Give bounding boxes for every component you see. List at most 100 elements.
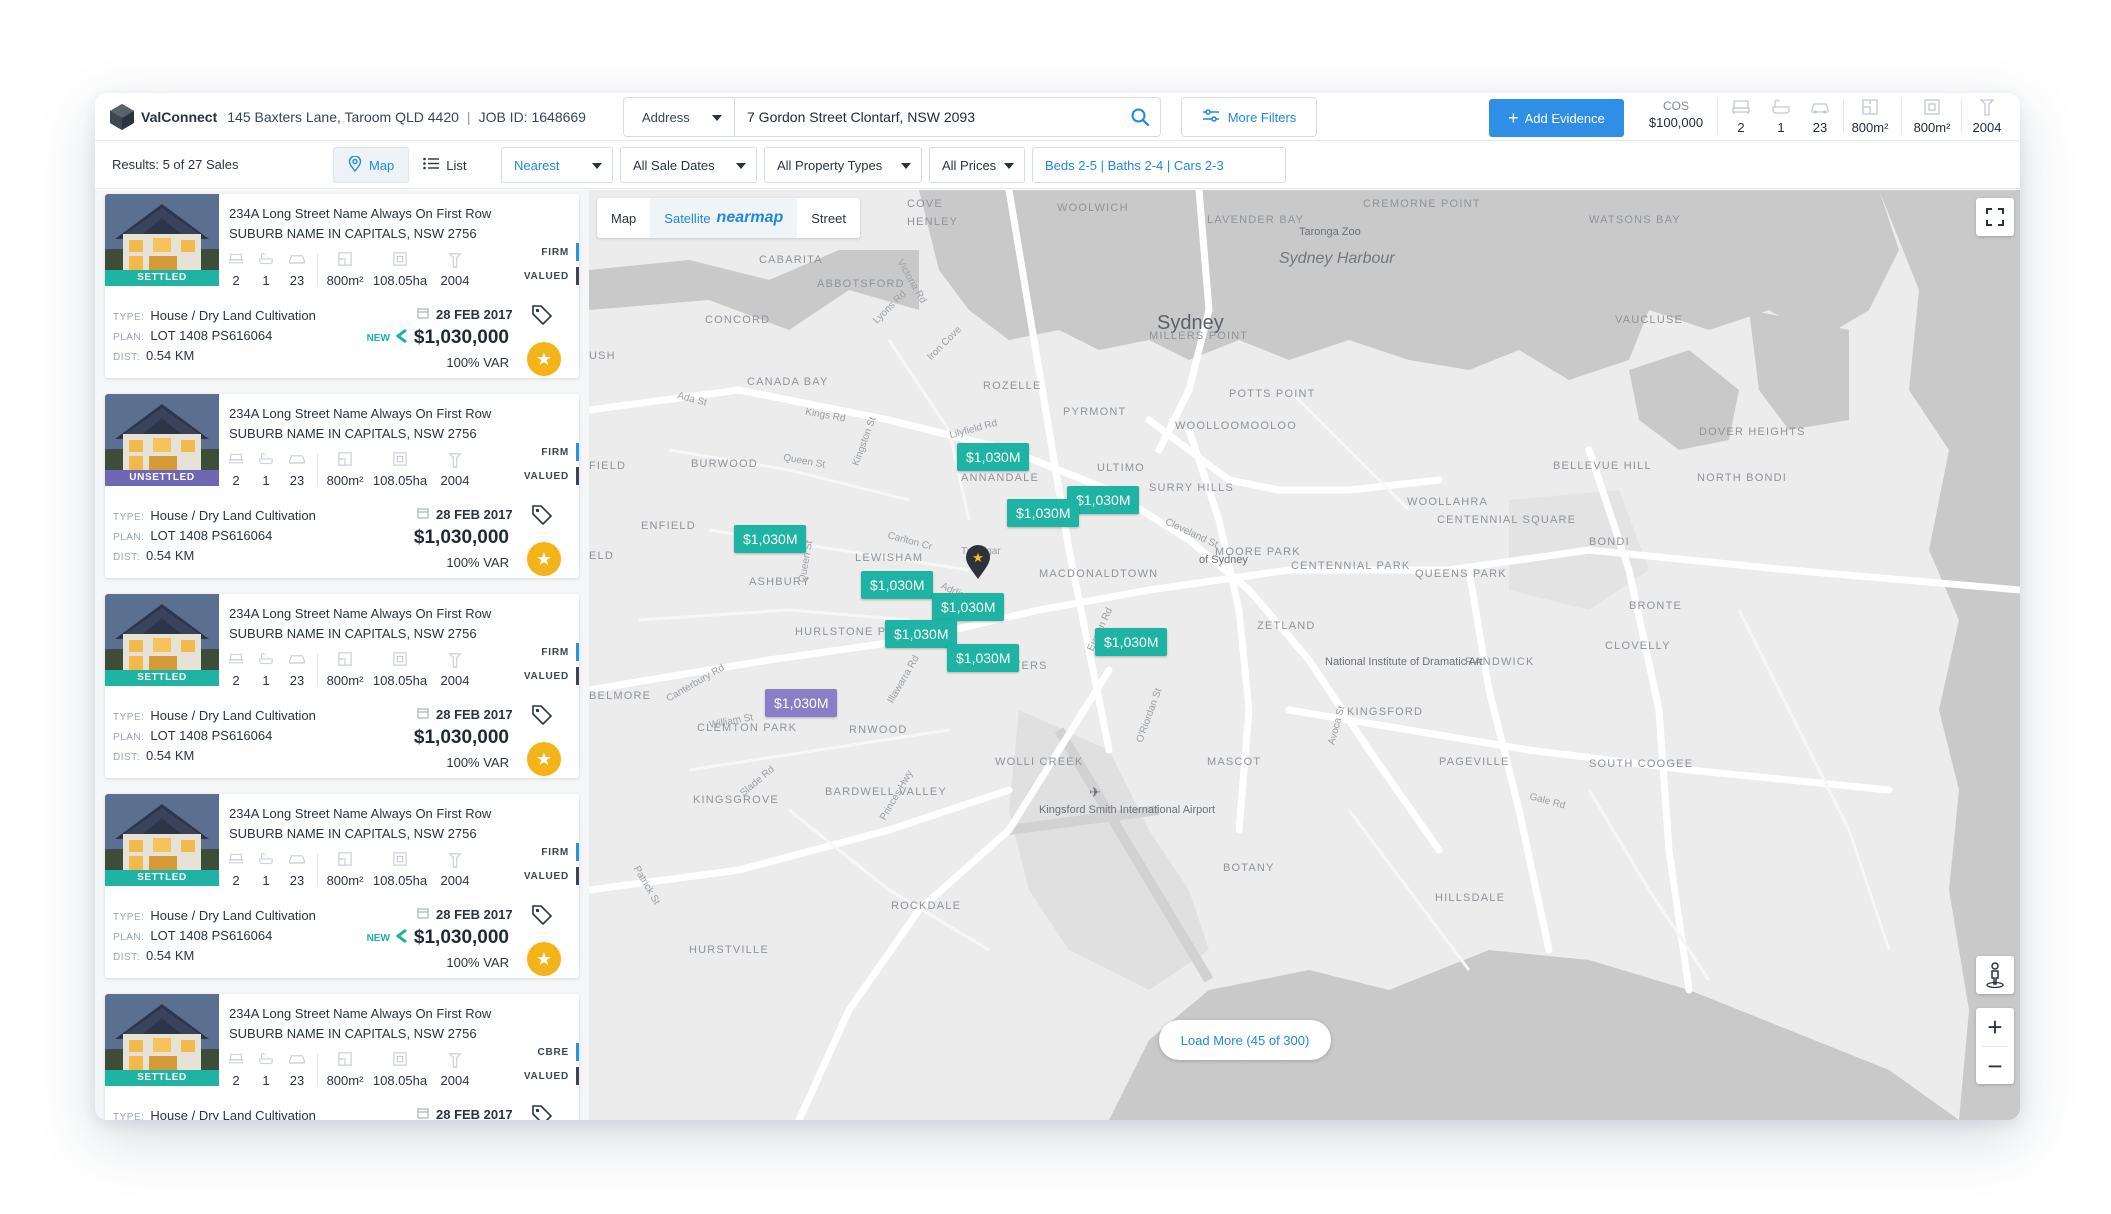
search-icon[interactable]: [1130, 107, 1150, 130]
tag-icon[interactable]: [531, 704, 553, 731]
plan-key: PLAN:: [113, 932, 145, 943]
map-label: WATSONS BAY: [1589, 214, 1681, 226]
map-label: HENLEY: [907, 216, 959, 228]
year-built-icon: [1967, 97, 2007, 117]
fullscreen-button[interactable]: [1976, 198, 2014, 236]
map-label: HILLSDALE: [1435, 892, 1506, 904]
variance: 100% VAR: [446, 555, 509, 570]
sales-list[interactable]: SETTLED 234A Long Street Name Always On F…: [95, 190, 589, 1120]
more-filters-button[interactable]: More Filters: [1181, 97, 1317, 137]
map-label: USH: [589, 350, 616, 362]
new-badge: NEW: [366, 332, 390, 344]
price-pin[interactable]: $1,030M: [1007, 499, 1080, 527]
sale-date: 28 FEB 2017: [417, 1107, 513, 1120]
view-list-button[interactable]: List: [409, 147, 480, 183]
map-label: SOUTH COOGEE: [1589, 758, 1694, 770]
rooms-filter[interactable]: Beds 2-5 | Baths 2-4 | Cars 2-3: [1032, 147, 1286, 183]
sale-price-value: $1,030,000: [413, 927, 509, 948]
card-distance-row: DIST: 0.54 KM: [113, 348, 194, 363]
app-window: ValConnect 145 Baxters Lane, Taroom QLD …: [95, 93, 2020, 1120]
price-pin[interactable]: $1,030M: [765, 689, 838, 717]
header-stat-value: 800m²: [1851, 120, 1889, 135]
card-stat-value: 23: [289, 673, 305, 688]
price-pin[interactable]: $1,030M: [734, 525, 807, 553]
sale-card[interactable]: SETTLED 234A Long Street Name Always On F…: [105, 994, 579, 1120]
year-built-icon: [437, 252, 473, 268]
tag-icon[interactable]: [531, 504, 553, 531]
price-pin[interactable]: $1,030M: [932, 593, 1005, 621]
tab-satellite[interactable]: Satellite nearmap: [650, 198, 798, 238]
price-pin[interactable]: $1,030M: [947, 644, 1020, 672]
favourite-star-icon[interactable]: ★: [527, 542, 561, 576]
view-map-button[interactable]: Map: [333, 147, 410, 183]
sale-card[interactable]: SETTLED 234A Long Street Name Always On F…: [105, 194, 579, 378]
card-stat-baths: 1: [259, 452, 273, 488]
view-toggle: Map List: [333, 147, 481, 183]
map-view[interactable]: Sydney Sydney Harbour Taronga Zoo COVE W…: [589, 190, 2020, 1120]
tag-icon[interactable]: [531, 304, 553, 331]
favourite-star-icon[interactable]: ★: [527, 942, 561, 976]
card-stat-value: 2: [232, 673, 240, 688]
card-address-line1[interactable]: 234A Long Street Name Always On First Ro…: [229, 806, 491, 821]
brand-mark-icon: [395, 327, 408, 349]
sort-select[interactable]: Nearest: [501, 147, 613, 183]
favourite-star-icon[interactable]: ★: [527, 342, 561, 376]
sale-card[interactable]: UNSETTLED 234A Long Street Name Always On…: [105, 394, 579, 578]
floor-area-icon: [323, 852, 367, 868]
map-label: ANNANDALE: [961, 472, 1040, 484]
results-count: Results: 5 of 27 Sales: [112, 157, 239, 172]
card-address-line1[interactable]: 234A Long Street Name Always On First Ro…: [229, 1006, 491, 1021]
subject-property-marker-icon[interactable]: ★: [965, 544, 991, 585]
bath-icon: [1767, 97, 1795, 117]
header-stat-cars: 23: [1806, 97, 1834, 135]
price-pin[interactable]: $1,030M: [861, 571, 934, 599]
header-stat-value: 2: [1737, 120, 1745, 135]
property-types-select[interactable]: All Property Types: [764, 147, 922, 183]
card-distance-row: DIST: 0.54 KM: [113, 548, 194, 563]
floor-area-icon: [323, 252, 367, 268]
land-area-icon: [369, 252, 431, 268]
tab-map[interactable]: Map: [597, 198, 650, 238]
tag-icon[interactable]: [531, 1104, 553, 1120]
map-label: POTTS POINT: [1229, 388, 1316, 400]
sale-dates-select[interactable]: All Sale Dates: [620, 147, 757, 183]
street-view-button[interactable]: [1976, 956, 2014, 994]
card-address-line1[interactable]: 234A Long Street Name Always On First Ro…: [229, 206, 491, 221]
map-label: BELMORE: [589, 690, 652, 702]
sale-card[interactable]: SETTLED 234A Long Street Name Always On F…: [105, 594, 579, 778]
favourite-star-icon[interactable]: ★: [527, 742, 561, 776]
tab-street[interactable]: Street: [797, 198, 860, 238]
source-row: FIRM: [519, 840, 579, 864]
map-label: ELD: [589, 550, 614, 562]
map-label: FIELD: [589, 460, 627, 472]
card-address-line1[interactable]: 234A Long Street Name Always On First Ro…: [229, 606, 491, 621]
load-more-button[interactable]: Load More (45 of 300): [1159, 1020, 1331, 1060]
address-search-input[interactable]: 7 Gordon Street Clontarf, NSW 2093: [735, 97, 1161, 137]
card-address-line1[interactable]: 234A Long Street Name Always On First Ro…: [229, 406, 491, 421]
price-pin[interactable]: $1,030M: [957, 443, 1030, 471]
card-type-row: TYPE: House / Dry Land Cultivation: [113, 708, 316, 723]
add-evidence-button[interactable]: + Add Evidence: [1489, 99, 1624, 137]
card-type-row: TYPE: House / Dry Land Cultivation: [113, 508, 316, 523]
card-stat-value: 108.05ha: [372, 673, 428, 688]
brand[interactable]: ValConnect 145 Baxters Lane, Taroom QLD …: [95, 93, 586, 141]
prices-select[interactable]: All Prices: [929, 147, 1025, 183]
card-stat-value: 1: [262, 673, 270, 688]
header-stat-value: 1: [1777, 120, 1785, 135]
plus-icon: +: [1508, 108, 1519, 128]
zoom-in-button[interactable]: +: [1976, 1008, 2014, 1046]
price-pin[interactable]: $1,030M: [1095, 628, 1168, 656]
add-evidence-label: Add Evidence: [1524, 110, 1605, 126]
address-type-select[interactable]: Address: [623, 97, 735, 137]
property-type: House / Dry Land Cultivation: [150, 508, 316, 523]
zoom-out-button[interactable]: −: [1976, 1047, 2014, 1085]
job-address: 145 Baxters Lane, Taroom QLD 4420: [227, 108, 459, 125]
card-stat-value: 2004: [440, 473, 470, 488]
land-area-icon: [369, 452, 431, 468]
sale-price-value: $1,030,000: [413, 527, 509, 548]
source-label: VALUED: [523, 1070, 569, 1082]
map-label: MASCOT: [1207, 756, 1262, 768]
tag-icon[interactable]: [531, 904, 553, 931]
sale-card[interactable]: SETTLED 234A Long Street Name Always On F…: [105, 794, 579, 978]
map-label: of Sydney: [1199, 554, 1248, 566]
